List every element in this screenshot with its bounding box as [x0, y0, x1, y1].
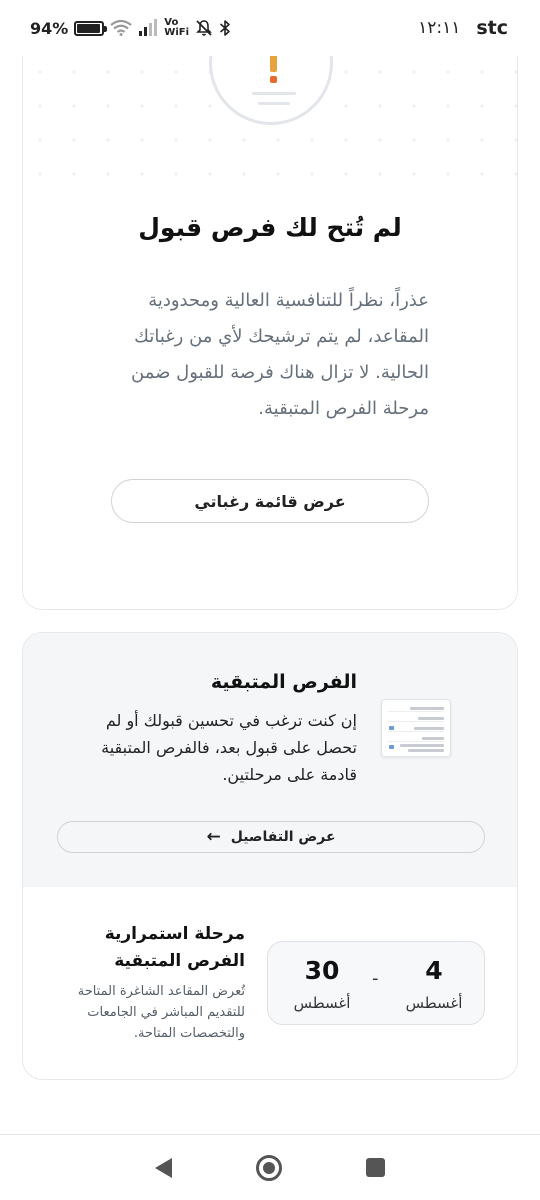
result-card: لم تُتح لك فرص قبول عذراً، نظراً للتنافس… — [22, 20, 518, 610]
thumbnail-text — [408, 749, 444, 752]
thumbnail-text — [400, 744, 444, 747]
view-wishlist-button[interactable]: عرض قائمة رغباتي — [111, 479, 429, 523]
stage-title: مرحلة استمرارية الفرص المتبقية — [104, 924, 245, 971]
screen: 94% Vo WiFi ١٢:١١ stc لم تُتح لك فرص قبو… — [0, 0, 540, 1200]
recents-icon[interactable] — [366, 1158, 385, 1177]
view-details-button[interactable]: عرض التفاصيل ← — [57, 821, 485, 853]
signal-icon — [139, 19, 158, 36]
remaining-description: إن كنت ترغب في تحسين قبولك أو لم تحصل عل… — [101, 711, 357, 784]
stage-description: تُعرض المقاعد الشاغرة المتاحة للتقديم ال… — [77, 984, 245, 1041]
start-month: أغسطس — [405, 994, 463, 1012]
date-separator: - — [372, 968, 379, 989]
thumbnail-text — [418, 717, 444, 720]
navigation-bar — [0, 1134, 540, 1200]
bluetooth-icon — [219, 20, 230, 36]
document-thumbnail — [381, 699, 451, 757]
thumbnail-text — [410, 707, 444, 710]
exclamation-mark — [270, 54, 277, 72]
start-day: 4 — [425, 956, 443, 985]
back-icon[interactable] — [155, 1157, 172, 1178]
start-date: 4 أغسطس — [394, 956, 474, 1012]
home-icon[interactable] — [256, 1154, 282, 1181]
end-date: 30 أغسطس — [282, 956, 362, 1012]
exclamation-dot — [270, 76, 277, 83]
thumbnail-marker — [389, 726, 394, 730]
remaining-title: الفرص المتبقية — [210, 671, 357, 693]
vowifi-bottom: WiFi — [164, 27, 190, 38]
result-message: عذراً، نظراً للتنافسية العالية ومحدودية … — [131, 290, 429, 419]
end-day: 30 — [304, 956, 340, 985]
arrow-left-icon: ← — [206, 826, 221, 847]
vowifi-icon: Vo WiFi — [164, 18, 189, 38]
document-line — [252, 92, 296, 95]
clock: ١٢:١١ — [418, 18, 461, 38]
status-right: ١٢:١١ stc — [418, 17, 508, 39]
wifi-icon — [110, 20, 132, 36]
date-range: 30 أغسطس - 4 أغسطس — [267, 941, 485, 1025]
end-month: أغسطس — [293, 994, 351, 1012]
battery-icon — [74, 20, 108, 36]
carrier-name: stc — [476, 17, 508, 39]
document-line — [258, 102, 290, 105]
thumbnail-marker — [389, 745, 394, 749]
thumbnail-text — [414, 727, 444, 730]
status-left: 94% Vo WiFi — [30, 18, 231, 38]
battery-fill — [77, 23, 100, 33]
result-title: لم تُتح لك فرص قبول — [138, 213, 402, 242]
mute-icon — [196, 20, 212, 36]
details-label: عرض التفاصيل — [230, 829, 336, 845]
battery-percent: 94% — [30, 18, 69, 38]
status-bar: 94% Vo WiFi ١٢:١١ stc — [0, 0, 540, 56]
remaining-opportunities-card: الفرص المتبقية إن كنت ترغب في تحسين قبول… — [22, 632, 518, 1080]
remaining-summary: الفرص المتبقية إن كنت ترغب في تحسين قبول… — [23, 633, 517, 887]
thumbnail-text — [422, 737, 444, 740]
